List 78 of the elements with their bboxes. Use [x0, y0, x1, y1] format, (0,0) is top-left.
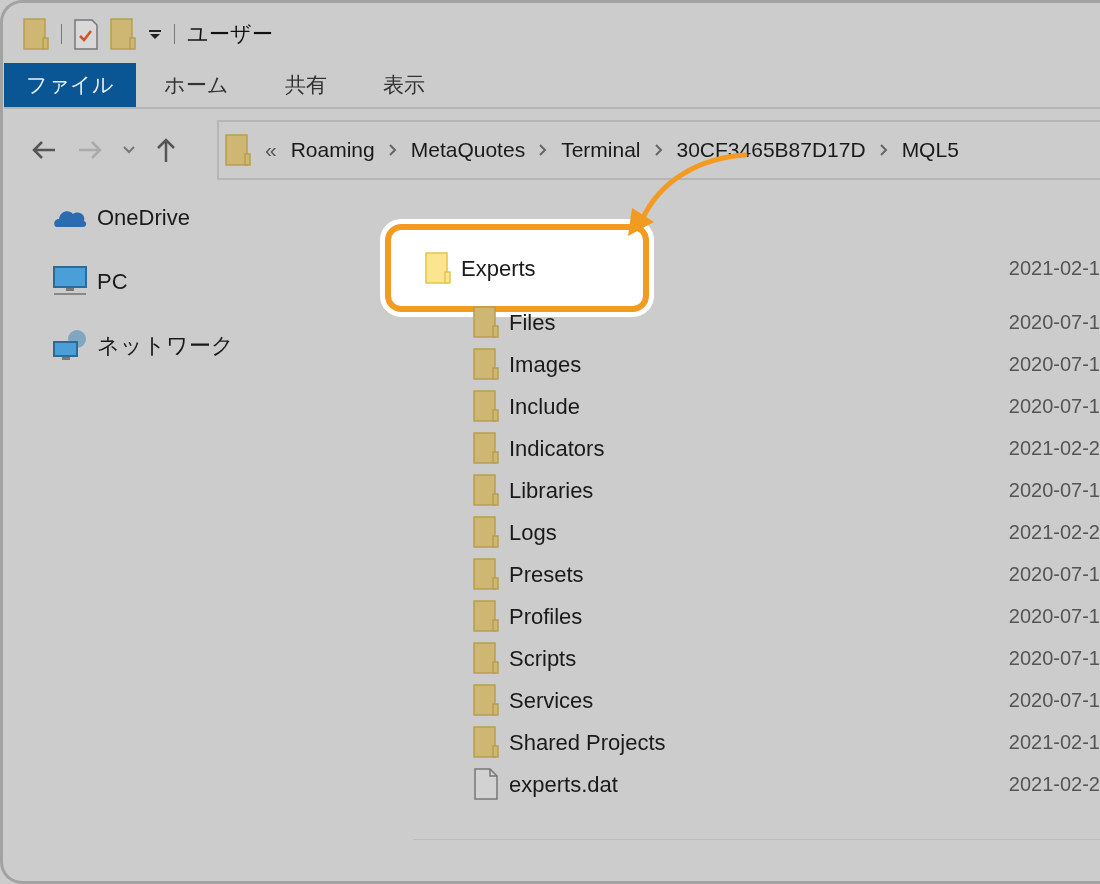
file-name: Libraries — [509, 476, 594, 505]
date-modified: 2020-07-1 — [1008, 352, 1100, 377]
nav-item[interactable]: OneDrive — [97, 200, 190, 234]
date-modified: 2020-07-1 — [1008, 394, 1100, 419]
folder-icon — [110, 18, 136, 50]
file-row[interactable]: Logs — [413, 515, 713, 549]
file-row[interactable]: experts.dat — [413, 767, 713, 801]
chevron-right-icon[interactable] — [654, 144, 663, 156]
date-modified: 2021-02-1 — [1008, 256, 1100, 281]
ribbon-tab[interactable]: ファイル — [4, 63, 136, 107]
dropdown-icon[interactable] — [148, 27, 162, 41]
date-modified: 2021-02-2 — [1008, 772, 1100, 797]
folder-icon — [473, 432, 499, 464]
ribbon-tab[interactable]: ホーム — [136, 63, 257, 107]
file-name: Presets — [509, 560, 584, 589]
file-name: Profiles — [509, 602, 583, 631]
date-modified: 2021-02-2 — [1008, 520, 1100, 545]
breadcrumb[interactable]: MetaQuotes — [410, 134, 526, 166]
breadcrumb[interactable]: Roaming — [290, 134, 375, 166]
file-name: Experts — [461, 254, 536, 283]
folder-icon — [425, 252, 451, 284]
file-row[interactable]: Scripts — [413, 641, 713, 675]
file-name: Services — [509, 686, 594, 715]
up-arrow-icon[interactable] — [155, 137, 177, 163]
folder-icon — [473, 348, 499, 380]
file-row[interactable]: Profiles — [413, 599, 713, 633]
address-bar[interactable]: « Roaming MetaQuotes Terminal 30CF3465B87D17D MQL5 — [217, 120, 1100, 180]
date-modified: 2020-07-1 — [1008, 646, 1100, 671]
nav-item[interactable]: PC — [97, 264, 128, 298]
folder-icon — [473, 726, 499, 758]
breadcrumb[interactable]: MQL5 — [901, 134, 959, 166]
file-row[interactable]: Indicators — [413, 431, 713, 465]
file-name: Indicators — [509, 434, 605, 463]
network-icon — [53, 329, 87, 361]
file-row[interactable]: Images — [413, 347, 713, 381]
chevron-right-icon[interactable] — [388, 144, 397, 156]
folder-icon — [473, 390, 499, 422]
date-modified: 2020-07-1 — [1008, 604, 1100, 629]
file-name: Include — [509, 392, 580, 421]
chevron-right-icon[interactable] — [539, 144, 548, 156]
file-row[interactable]: Presets — [413, 557, 713, 591]
document-icon — [473, 768, 499, 800]
file-row[interactable]: Services — [413, 683, 713, 717]
file-row[interactable]: Include — [413, 389, 713, 423]
overflow-chevron[interactable]: « — [265, 134, 277, 166]
date-modified: 2020-07-1 — [1008, 478, 1100, 503]
file-name: Logs — [509, 518, 557, 547]
folder-icon — [473, 516, 499, 548]
folder-icon — [473, 558, 499, 590]
folder-icon — [473, 642, 499, 674]
breadcrumb[interactable]: 30CF3465B87D17D — [676, 134, 866, 166]
file-name: Shared Projects — [509, 728, 666, 757]
monitor-icon — [53, 266, 87, 296]
date-modified: 2020-07-1 — [1008, 688, 1100, 713]
back-arrow-icon[interactable] — [31, 139, 57, 161]
date-modified: 2020-07-1 — [1008, 310, 1100, 335]
folder-icon — [473, 600, 499, 632]
ribbon-tab[interactable]: 共有 — [257, 63, 355, 107]
folder-icon — [225, 134, 251, 166]
ribbon-tab[interactable]: 表示 — [355, 63, 453, 107]
breadcrumb[interactable]: Terminal — [561, 134, 641, 166]
file-name: Images — [509, 350, 582, 379]
folder-icon — [23, 18, 49, 50]
folder-icon — [473, 684, 499, 716]
date-modified: 2021-02-1 — [1008, 730, 1100, 755]
chevron-down-icon[interactable] — [123, 146, 135, 154]
folder-icon — [473, 474, 499, 506]
file-row[interactable]: Shared Projects — [413, 725, 713, 759]
nav-item[interactable]: ネットワーク — [97, 328, 234, 362]
file-name: Scripts — [509, 644, 577, 673]
date-modified: 2020-07-1 — [1008, 562, 1100, 587]
file-row[interactable]: Libraries — [413, 473, 713, 507]
checklist-icon[interactable] — [74, 18, 98, 50]
folder-icon — [473, 306, 499, 338]
chevron-right-icon[interactable] — [879, 144, 888, 156]
date-modified: 2021-02-2 — [1008, 436, 1100, 461]
window-title: ユーザー — [187, 21, 273, 48]
file-name: experts.dat — [509, 770, 618, 799]
